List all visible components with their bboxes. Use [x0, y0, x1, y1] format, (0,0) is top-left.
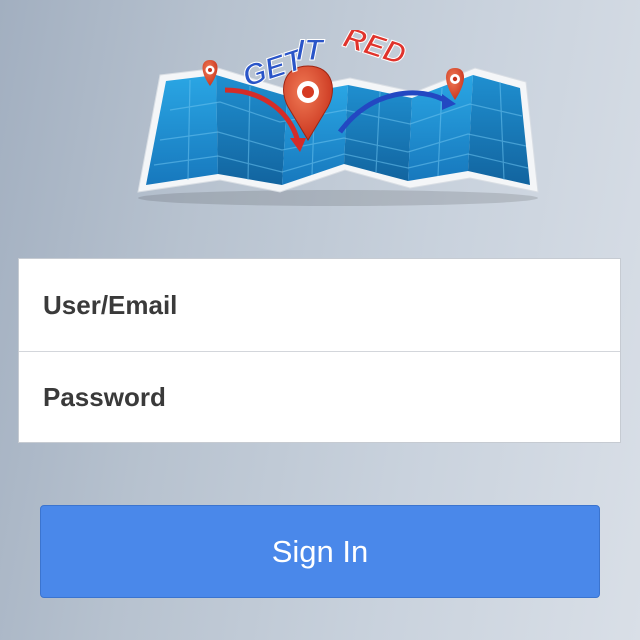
- app-logo: GET IT RED: [130, 30, 550, 210]
- login-form: [18, 258, 621, 443]
- password-field-row: [19, 351, 620, 443]
- username-input[interactable]: [19, 259, 620, 351]
- logo-text-red: RED: [339, 30, 409, 72]
- sign-in-button[interactable]: Sign In: [40, 505, 600, 598]
- username-field-row: [19, 259, 620, 351]
- logo-text-it: IT: [296, 34, 325, 67]
- login-screen: GET IT RED Sign In: [0, 0, 640, 640]
- password-input[interactable]: [19, 352, 620, 443]
